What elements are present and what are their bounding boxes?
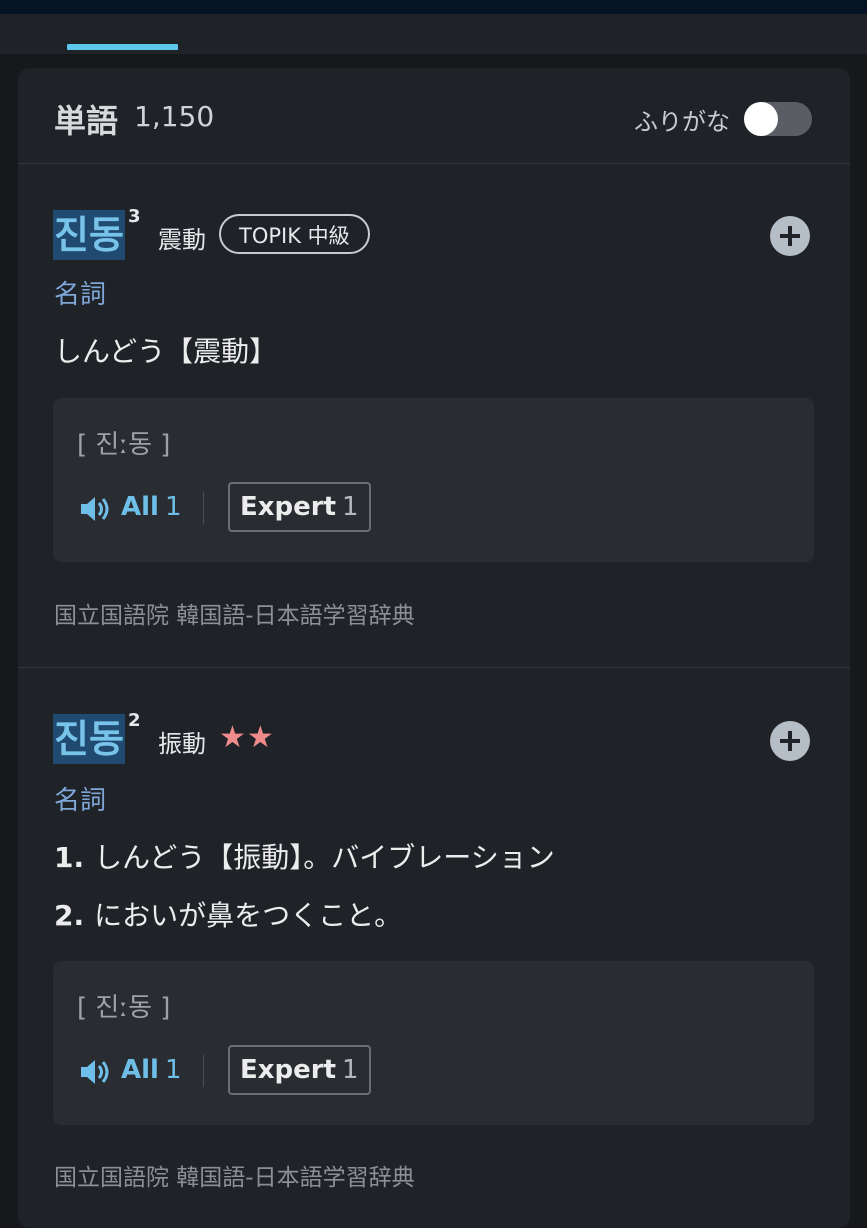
meaning-text: しんどう【震動】 (54, 335, 278, 368)
word-results-card: 単語 1,150 ふりがな 진동 3 震動 TOPIK 中級 名詞 しんどう【震… (18, 68, 850, 1228)
pronunciation-box: [ 진ː동 ] All 1 Expert 1 (53, 961, 814, 1125)
active-tab-indicator (67, 44, 178, 50)
meaning-number: 1. (54, 841, 85, 874)
all-audio-count: 1 (165, 492, 182, 522)
meaning-text: しんどう【振動】。バイブレーション (94, 841, 555, 874)
audio-controls: All 1 Expert 1 (77, 482, 677, 534)
importance-stars: ★★ (219, 720, 275, 755)
expert-label: Expert (240, 1055, 337, 1085)
meaning-item: 1. しんどう【振動】。バイブレーション (54, 836, 555, 876)
expert-audio-button[interactable]: Expert 1 (228, 482, 371, 532)
headword-link[interactable]: 진동 (53, 714, 125, 764)
homonym-number: 2 (128, 710, 141, 731)
part-of-speech: 名詞 (54, 280, 107, 310)
homonym-number: 3 (128, 206, 141, 227)
status-bar (0, 0, 867, 14)
result-count: 1,150 (134, 100, 215, 133)
section-title: 単語 (54, 102, 119, 140)
dictionary-source: 国立国語院 韓国語-日本語学習辞典 (54, 1165, 415, 1191)
meaning-text: においが鼻をつくこと。 (94, 899, 403, 932)
topik-level-badge: TOPIK 中級 (219, 214, 370, 254)
hanja-text: 振動 (158, 730, 206, 758)
pronunciation-text: [ 진ː동 ] (77, 430, 171, 460)
all-audio-count: 1 (165, 1055, 182, 1085)
add-to-wordbook-button[interactable] (770, 721, 810, 761)
meaning-number: 2. (54, 899, 85, 932)
expert-count: 1 (342, 1055, 359, 1085)
speaker-icon[interactable] (79, 1057, 113, 1087)
pronunciation-text: [ 진ː동 ] (77, 993, 171, 1023)
expert-audio-button[interactable]: Expert 1 (228, 1045, 371, 1095)
meaning-item: しんどう【震動】 (54, 330, 277, 370)
furigana-toggle[interactable] (744, 102, 812, 136)
all-audio-label[interactable]: All (121, 492, 159, 522)
word-entry: 진동 3 震動 TOPIK 中級 名詞 しんどう【震動】 [ 진ː동 ] All… (18, 164, 850, 667)
results-header: 単語 1,150 ふりがな (18, 68, 850, 164)
pronunciation-box: [ 진ː동 ] All 1 Expert 1 (53, 398, 814, 562)
divider (203, 492, 204, 524)
part-of-speech: 名詞 (54, 786, 107, 816)
furigana-label: ふりがな (634, 108, 730, 136)
speaker-icon[interactable] (79, 494, 113, 524)
expert-label: Expert (240, 492, 337, 522)
hanja-text: 震動 (158, 226, 206, 254)
audio-controls: All 1 Expert 1 (77, 1045, 677, 1097)
add-to-wordbook-button[interactable] (770, 216, 810, 256)
headword-link[interactable]: 진동 (53, 210, 125, 260)
meaning-item: 2. においが鼻をつくこと。 (54, 894, 402, 934)
toggle-knob (744, 102, 778, 136)
divider (203, 1055, 204, 1087)
all-audio-label[interactable]: All (121, 1055, 159, 1085)
word-entry: 진동 2 振動 ★★ 名詞 1. しんどう【振動】。バイブレーション 2. においが… (18, 668, 850, 1228)
dictionary-source: 国立国語院 韓国語-日本語学習辞典 (54, 603, 415, 629)
expert-count: 1 (342, 492, 359, 522)
